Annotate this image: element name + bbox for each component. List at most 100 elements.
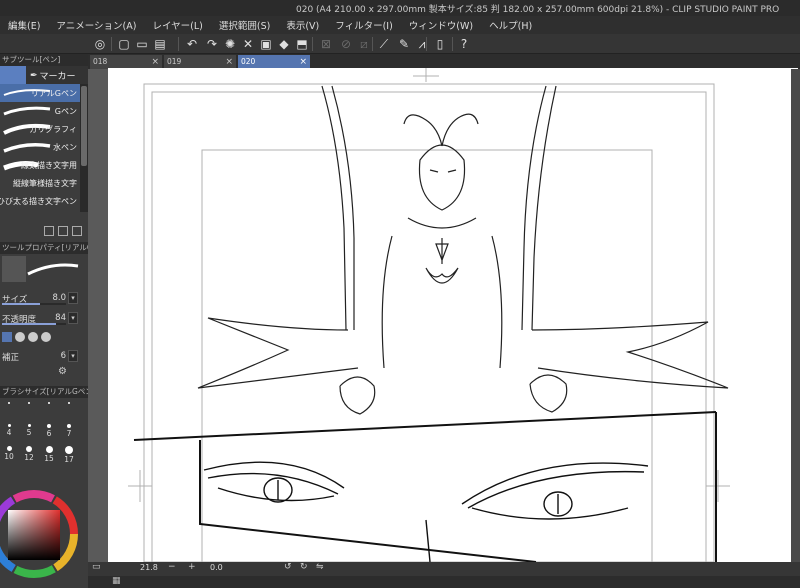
menu-layer[interactable]: レイヤー(L) — [144, 18, 210, 32]
menu-animation[interactable]: アニメーション(A) — [48, 18, 144, 32]
command-bar: ◎ ▢ ▭ ▤ ↶ ↷ ✺ ✕ ▣ ◆ ⬒ ⊠ ⊘ ⧄ ⟋ ✎ ⩘ ▯ ? — [0, 34, 800, 54]
help-icon[interactable]: ? — [456, 36, 472, 52]
opacity-property[interactable]: 不透明度 84 ▾ — [0, 310, 88, 326]
brush-size-cell[interactable] — [60, 400, 78, 420]
size-slider[interactable] — [2, 303, 66, 305]
transform-icon[interactable]: ⊠ — [318, 36, 334, 52]
list-item[interactable]: 縦線筆様描き文字 — [0, 174, 80, 192]
wrench-icon[interactable]: ⚙ — [58, 366, 67, 377]
marker-tab-label: マーカー — [39, 72, 76, 82]
brush-size-cell[interactable]: 7 — [60, 422, 78, 442]
copy-icon[interactable] — [58, 226, 68, 236]
brush-size-cell[interactable]: 12 — [20, 444, 38, 464]
menu-edit[interactable]: 編集(E) — [0, 18, 48, 32]
color-wheel[interactable] — [0, 476, 80, 588]
save-icon[interactable]: ▤ — [152, 36, 168, 52]
marker-group-tab[interactable]: ✒ マーカー — [30, 69, 76, 83]
pen-group-tab[interactable] — [0, 66, 26, 84]
clip-studio-icon[interactable]: ◎ — [92, 36, 108, 52]
brush-size-cell[interactable]: 6 — [40, 422, 58, 442]
smartphone-icon[interactable]: ▯ — [432, 36, 448, 52]
menu-window[interactable]: ウィンドウ(W) — [401, 18, 481, 32]
rotation-angle-value[interactable]: 0.0 — [210, 563, 223, 572]
marker-icon: ✒ — [30, 70, 38, 81]
list-item[interactable]: 水ペン — [0, 138, 80, 156]
download-icon[interactable] — [44, 226, 54, 236]
brush-size-cell[interactable] — [20, 400, 38, 420]
snap-special-ruler-icon[interactable]: ⩘ — [414, 36, 430, 52]
window-title: 020 (A4 210.00 x 297.00mm 製本サイズ:85 判 182… — [296, 5, 780, 15]
brush-size-cell[interactable]: 5 — [20, 422, 38, 442]
close-icon[interactable]: × — [299, 55, 307, 69]
trash-icon[interactable] — [72, 226, 82, 236]
brush-size-cell[interactable]: 10 — [0, 444, 18, 464]
drawing-canvas[interactable] — [108, 68, 798, 563]
brush-name: ひび太る描き文字ペン — [0, 197, 77, 206]
clear-outside-icon[interactable]: ▣ — [258, 36, 274, 52]
layout-icon[interactable]: ▦ — [112, 576, 121, 586]
zoom-value[interactable]: 21.8 — [140, 563, 158, 572]
tab-document[interactable]: 019 × — [164, 55, 236, 69]
brush-size-cell[interactable]: 4 — [0, 422, 18, 442]
brush-size-cell[interactable]: 15 — [40, 444, 58, 464]
brush-list-scrollbar[interactable] — [80, 84, 88, 212]
new-file-icon[interactable]: ▢ — [116, 36, 132, 52]
sketch-drawing — [128, 68, 730, 563]
brush-tip-icon[interactable] — [2, 332, 12, 342]
canvas-vertical-scrollbar[interactable] — [791, 69, 800, 563]
fill-icon[interactable]: ◆ — [276, 36, 292, 52]
deselect-icon[interactable]: ⊘ — [338, 36, 354, 52]
list-item[interactable]: リアルGペン — [0, 84, 80, 102]
close-icon[interactable]: × — [225, 55, 233, 69]
brush-size-cell[interactable] — [0, 400, 18, 420]
menu-help[interactable]: ヘルプ(H) — [481, 18, 540, 32]
snap-guide-icon[interactable]: ✎ — [396, 36, 412, 52]
brush-tip-icon[interactable] — [41, 332, 51, 342]
list-item[interactable]: 線太描き文字用 — [0, 156, 80, 174]
expand-selection-icon[interactable]: ⬒ — [294, 36, 310, 52]
bottom-strip: ▦ — [88, 576, 800, 588]
zoom-in-icon[interactable]: + — [188, 562, 196, 572]
tab-label: 020 — [241, 57, 256, 66]
close-icon[interactable]: × — [151, 55, 159, 69]
menu-filter[interactable]: フィルター(I) — [327, 18, 401, 32]
brush-tip-selector[interactable] — [2, 330, 78, 344]
list-item[interactable]: ひび太る描き文字ペン — [0, 192, 80, 210]
rotate-right-icon[interactable]: ↻ — [300, 562, 308, 572]
tab-document[interactable]: 018 × — [90, 55, 162, 69]
brush-tip-icon[interactable] — [28, 332, 38, 342]
left-panel: サブツール[ペン] ✒ マーカー リアルGペン Gペン カリグラフィ 水ペン 線… — [0, 54, 88, 588]
open-file-icon[interactable]: ▭ — [134, 36, 150, 52]
redo-icon[interactable]: ↷ — [204, 36, 220, 52]
opacity-spin-button[interactable]: ▾ — [68, 312, 78, 324]
rotate-left-icon[interactable]: ↺ — [284, 562, 292, 572]
tab-document[interactable]: 020 × — [238, 55, 310, 69]
undo-icon[interactable]: ↶ — [184, 36, 200, 52]
subtool-footer — [44, 226, 82, 236]
correction-value[interactable]: 6 — [61, 351, 66, 361]
menu-view[interactable]: 表示(V) — [278, 18, 327, 32]
scroll-thumb[interactable] — [81, 86, 87, 166]
correction-property[interactable]: 補正 6 ▾ — [0, 348, 88, 364]
menu-selection[interactable]: 選択範囲(S) — [211, 18, 278, 32]
opacity-value[interactable]: 84 — [55, 313, 66, 323]
clear-icon[interactable]: ✕ — [240, 36, 256, 52]
zoom-out-icon[interactable]: − — [168, 562, 176, 572]
size-value[interactable]: 8.0 — [52, 293, 66, 303]
navigator-icon[interactable]: ▭ — [92, 562, 101, 572]
list-item[interactable]: カリグラフィ — [0, 120, 80, 138]
brush-size-cell[interactable]: 17 — [60, 444, 78, 464]
size-spin-button[interactable]: ▾ — [68, 292, 78, 304]
tab-label: 019 — [167, 57, 182, 66]
brush-tip-icon[interactable] — [15, 332, 25, 342]
snap-ruler-icon[interactable]: ⟋ — [376, 36, 392, 52]
brush-size-cell[interactable] — [40, 400, 58, 420]
canvas-area: 018 × 019 × 020 × ▭ 21.8 − + 0.0 ↺ ↻ ⇋ ▦ — [88, 54, 800, 588]
loading-icon[interactable]: ✺ — [222, 36, 238, 52]
correction-spin-button[interactable]: ▾ — [68, 350, 78, 362]
opacity-slider[interactable] — [2, 323, 66, 325]
size-property[interactable]: サイズ 8.0 ▾ — [0, 290, 88, 306]
invert-selection-icon[interactable]: ⧄ — [356, 36, 372, 52]
list-item[interactable]: Gペン — [0, 102, 80, 120]
flip-icon[interactable]: ⇋ — [316, 562, 324, 572]
